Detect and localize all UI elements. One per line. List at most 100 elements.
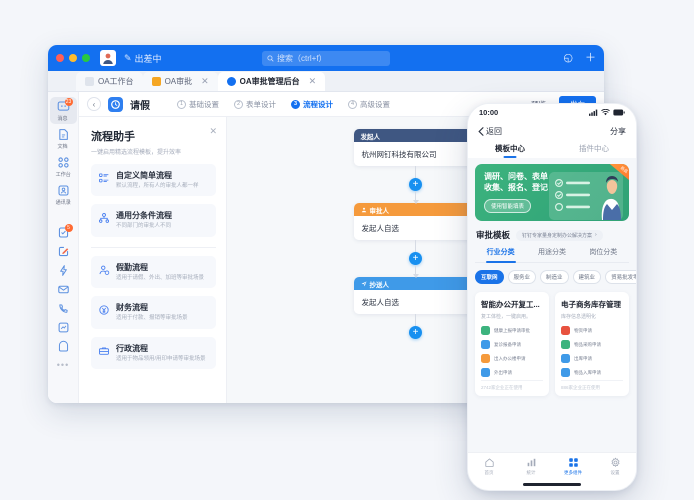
sidebar-more-icon[interactable]: ••• <box>57 360 69 370</box>
category-tab-label: 用途分类 <box>537 249 566 256</box>
tab-usage-category[interactable]: 用途分类 <box>526 247 577 262</box>
assistant-item-finance[interactable]: 财务流程 适用于付款、报销等审批场景 <box>91 296 216 329</box>
assistant-item-custom-simple[interactable]: 自定义简单流程 默认流程，所有人的审批人都一样 <box>91 164 216 197</box>
list-item[interactable]: 健康上报申请审批 <box>481 326 543 335</box>
phone-statusbar: 10:00 <box>468 104 636 121</box>
node-body[interactable]: 杭州网钉科技有限公司 › <box>353 142 478 166</box>
node-value: 杭州网钉科技有限公司 <box>361 149 437 159</box>
add-node-button[interactable]: + <box>409 326 422 339</box>
sidebar-item-label: 工作台 <box>55 172 71 178</box>
add-node-button[interactable]: + <box>409 178 422 191</box>
phone-scroll-area[interactable]: 新品 调研、问卷、表单 收集、报名、登记 使用智能填表 审批模板 钉钉专家量身定… <box>468 158 636 476</box>
template-card[interactable]: 智能办公开复工... 复工体检，一键启用。 健康上报申请审批 复诊报备申请 出入… <box>475 292 549 396</box>
promo-banner[interactable]: 新品 调研、问卷、表单 收集、报名、登记 使用智能填表 <box>475 164 629 221</box>
node-header-label: 发起人 <box>360 133 381 141</box>
sidebar-item-report[interactable] <box>50 318 77 336</box>
sidebar-item-edit[interactable] <box>50 242 77 260</box>
sidebar-item-mail[interactable] <box>50 280 77 298</box>
history-icon[interactable]: ◵ <box>563 52 573 64</box>
flow-assistant-panel: ✕ 流程助手 一键启用精选流程模板，提升效率 自定义简单流程 默认流程，所有人的… <box>79 117 227 403</box>
list-item[interactable]: 物品采购申请 <box>561 340 623 349</box>
attendance-icon <box>98 263 110 275</box>
user-status[interactable]: ✎ 出差中 <box>124 52 162 65</box>
list-item[interactable]: 外出申请 <box>481 368 543 377</box>
tab-position-category[interactable]: 岗位分类 <box>578 247 629 262</box>
chip-construction[interactable]: 建筑业 <box>572 270 602 284</box>
assistant-item-conditional[interactable]: 通用分条件流程 不同部门的审批人不同 <box>91 204 216 237</box>
back-button[interactable]: ‹ <box>87 97 101 111</box>
status-indicators <box>589 109 625 116</box>
step-flow-design[interactable]: 3 流程设计 <box>291 99 333 110</box>
flow-connector: + <box>409 314 422 339</box>
list-item[interactable]: 物资申请 <box>561 326 623 335</box>
phone-back-button[interactable]: 返回 <box>478 126 502 137</box>
node-body[interactable]: 发起人自选 › <box>353 290 478 314</box>
sidebar-item-approval[interactable]: 5 <box>50 223 77 241</box>
banner-cta-button[interactable]: 使用智能填表 <box>484 198 532 213</box>
assistant-item-title: 行政流程 <box>116 343 148 353</box>
chip-service[interactable]: 服务业 <box>507 270 537 284</box>
close-tab-icon[interactable]: ✕ <box>201 76 209 87</box>
tab-oa-workbench[interactable]: OA工作台 <box>76 72 143 91</box>
tab-oa-approval-admin[interactable]: OA审批管理后台 ✕ <box>217 72 326 91</box>
connector-line <box>415 166 416 178</box>
sidebar-item-phone[interactable] <box>50 299 77 317</box>
tab-plugin-center[interactable]: 插件中心 <box>552 143 636 158</box>
template-item-icon <box>481 340 490 349</box>
step-basic-settings[interactable]: 1 基础设置 <box>177 99 219 110</box>
plus-icon[interactable]: ＋ <box>585 52 596 64</box>
chip-manufacturing[interactable]: 制造业 <box>540 270 569 284</box>
sidebar-item-lightning[interactable] <box>50 261 77 279</box>
tab-industry-category[interactable]: 行业分类 <box>475 247 526 262</box>
clock-icon <box>57 340 70 353</box>
list-item[interactable]: 物品入库申请 <box>561 368 623 377</box>
maximize-window-button[interactable] <box>82 54 90 62</box>
close-tab-icon[interactable]: ✕ <box>309 76 317 87</box>
template-card[interactable]: 电子商务库存管理 库存信息透明化 物资申请 物品采购申请 出库申请 物品入库申请… <box>555 292 629 396</box>
edit-status-icon[interactable]: ✎ <box>124 53 132 64</box>
nav-item-home[interactable]: 首页 <box>468 457 510 490</box>
chip-internet[interactable]: 互联网 <box>475 270 504 284</box>
tab-label: OA工作台 <box>98 77 134 86</box>
expert-solution-label: 钉钉专家量身定制办公解决方案 <box>522 232 593 239</box>
phone-tabs: 模板中心 插件中心 <box>468 141 636 158</box>
nav-item-settings[interactable]: 设置 <box>594 457 636 490</box>
node-header: 抄送人 <box>353 277 478 290</box>
sidebar-item-documents[interactable]: 文档 <box>50 125 77 152</box>
phone-navbar: 返回 分享 <box>468 121 636 141</box>
flow-node-cc[interactable]: 抄送人 发起人自选 › <box>353 277 478 314</box>
sidebar-item-workbench[interactable]: 工作台 <box>50 153 77 180</box>
nav-label: 更多组件 <box>564 470 582 475</box>
list-item[interactable]: 复诊报备申请 <box>481 340 543 349</box>
banner-line-2: 收集、报名、登记 <box>484 182 548 192</box>
node-body[interactable]: 发起人自选 › <box>353 216 478 240</box>
avatar[interactable] <box>100 50 116 66</box>
flow-node-approver[interactable]: 审批人 发起人自选 › <box>353 203 478 240</box>
workbench-icon <box>57 156 70 169</box>
sidebar-item-clock[interactable] <box>50 337 77 355</box>
step-form-design[interactable]: 2 表单设计 <box>234 99 276 110</box>
close-window-button[interactable] <box>56 54 64 62</box>
search-input[interactable]: 搜索（ctrl+f） <box>262 50 390 66</box>
close-icon[interactable]: ✕ <box>209 126 217 137</box>
window-controls[interactable] <box>56 54 90 62</box>
tab-oa-approval[interactable]: OA审批 ✕ <box>142 72 218 91</box>
list-item[interactable]: 出库申请 <box>561 354 623 363</box>
step-advanced-settings[interactable]: 4 高级设置 <box>348 99 390 110</box>
expert-solution-link[interactable]: 钉钉专家量身定制办公解决方案 › <box>516 229 603 241</box>
banner-text: 调研、问卷、表单 收集、报名、登记 使用智能填表 <box>484 172 548 221</box>
list-item[interactable]: 出入办公楼申请 <box>481 354 543 363</box>
finance-icon <box>98 303 110 315</box>
assistant-item-attendance[interactable]: 假勤流程 适用于请假、外出、加班等审批场景 <box>91 255 216 289</box>
add-node-button[interactable]: + <box>409 252 422 265</box>
chip-trade-retail[interactable]: 贸易批发零售 <box>605 270 636 284</box>
chart-icon <box>527 458 535 467</box>
flow-node-initiator[interactable]: 发起人 杭州网钉科技有限公司 › <box>353 129 478 166</box>
assistant-item-admin[interactable]: 行政流程 适用于物品领用/用印申请等审批场景 <box>91 336 216 370</box>
share-button[interactable]: 分享 <box>610 126 626 137</box>
sidebar-item-messages[interactable]: 23 消息 <box>49 97 77 124</box>
sidebar-item-contacts[interactable]: 通讯录 <box>50 181 77 208</box>
tab-template-center[interactable]: 模板中心 <box>468 143 552 158</box>
minimize-window-button[interactable] <box>69 54 77 62</box>
connector-line <box>415 314 416 326</box>
